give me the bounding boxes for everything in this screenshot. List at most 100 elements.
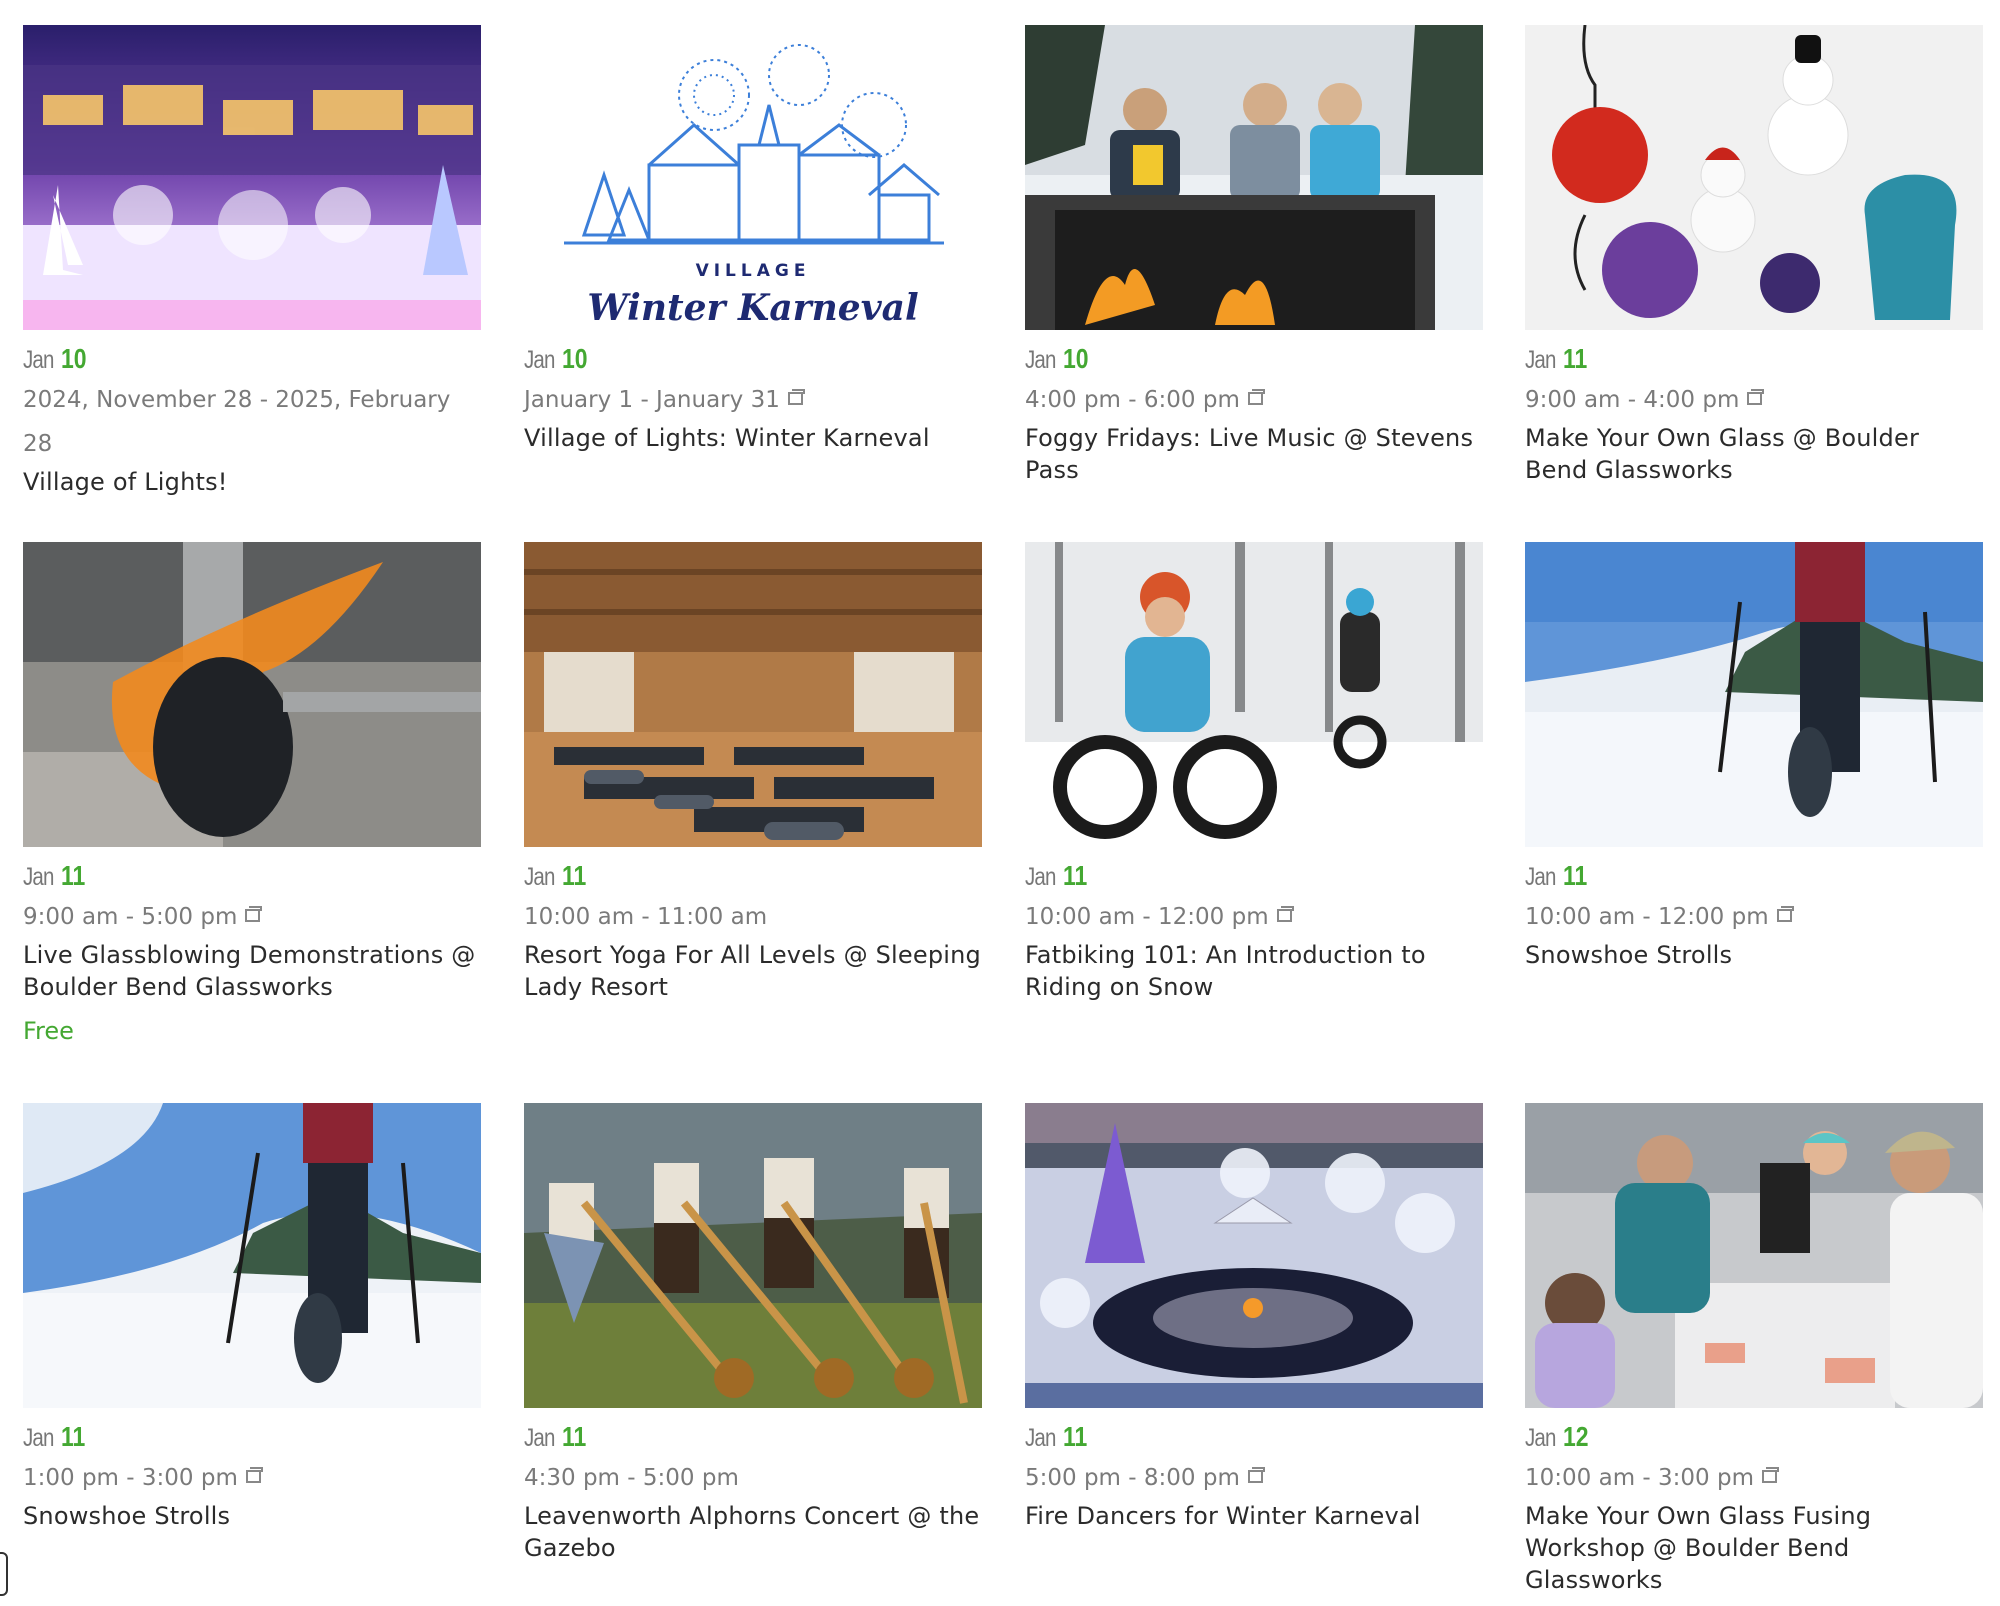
event-month: Jan <box>524 346 555 374</box>
event-month: Jan <box>524 863 555 891</box>
event-date: Jan 11 <box>1025 860 1483 892</box>
event-title[interactable]: Village of Lights! <box>23 466 481 498</box>
event-month: Jan <box>23 346 54 374</box>
event-card: Jan 11 10:00 am - 11:00 am Resort Yoga F… <box>524 542 982 1003</box>
scroll-handle[interactable] <box>0 1552 8 1596</box>
event-title[interactable]: Village of Lights: Winter Karneval <box>524 422 982 454</box>
event-day: 11 <box>1062 860 1088 891</box>
event-card: Jan 10 4:00 pm - 6:00 pm Foggy Fridays: … <box>1025 25 1483 486</box>
event-image[interactable] <box>1525 25 1983 330</box>
event-date: Jan 11 <box>1525 860 1983 892</box>
yoga-studio-photo <box>524 542 982 847</box>
event-title[interactable]: Make Your Own Glass @ Boulder Bend Glass… <box>1525 422 1983 486</box>
event-title[interactable]: Foggy Fridays: Live Music @ Stevens Pass <box>1025 422 1483 486</box>
event-title[interactable]: Live Glassblowing Demonstrations @ Bould… <box>23 939 481 1003</box>
event-title[interactable]: Snowshoe Strolls <box>23 1500 481 1532</box>
event-month: Jan <box>1525 1424 1556 1452</box>
event-day: 11 <box>561 1421 587 1452</box>
event-month: Jan <box>1025 863 1056 891</box>
recurring-icon <box>1747 389 1765 405</box>
event-date: Jan 11 <box>23 1421 481 1453</box>
event-time-text: 10:00 am - 12:00 pm <box>1525 904 1769 930</box>
recurring-icon <box>245 906 263 922</box>
event-time: 10:00 am - 12:00 pm <box>1525 895 1983 939</box>
event-card: Jan 11 9:00 am - 4:00 pm Make Your Own G… <box>1525 25 1983 486</box>
event-time-text: 9:00 am - 5:00 pm <box>23 904 238 930</box>
glass-fusing-workshop-photo <box>1525 1103 1983 1408</box>
event-title[interactable]: Resort Yoga For All Levels @ Sleeping La… <box>524 939 982 1003</box>
event-day: 12 <box>1562 1421 1589 1452</box>
event-time: 5:00 pm - 8:00 pm <box>1025 1456 1483 1500</box>
event-day: 11 <box>1062 1421 1088 1452</box>
recurring-icon <box>1247 1467 1265 1483</box>
snowshoe-photo <box>1525 542 1983 847</box>
event-day: 11 <box>60 1421 86 1452</box>
event-image[interactable]: VILLAGE Winter Karneval <box>524 25 982 330</box>
event-month: Jan <box>23 1424 54 1452</box>
event-image[interactable] <box>1525 1103 1983 1408</box>
event-title[interactable]: Fatbiking 101: An Introduction to Riding… <box>1025 939 1483 1003</box>
event-time-text: 9:00 am - 4:00 pm <box>1525 387 1740 413</box>
event-image[interactable] <box>23 1103 481 1408</box>
recurring-icon <box>245 1467 263 1483</box>
recurring-icon <box>1276 906 1294 922</box>
logo-text-village: VILLAGE <box>696 261 811 281</box>
event-title[interactable]: Make Your Own Glass Fusing Workshop @ Bo… <box>1525 1500 1983 1596</box>
event-card: Jan 12 10:00 am - 3:00 pm Make Your Own … <box>1525 1103 1983 1596</box>
village-night-lights-photo <box>23 25 481 330</box>
recurring-icon <box>1776 906 1794 922</box>
winter-karneval-logo: VILLAGE Winter Karneval <box>524 25 982 330</box>
event-time: 10:00 am - 12:00 pm <box>1025 895 1483 939</box>
event-date: Jan 10 <box>23 344 481 375</box>
logo-text-karneval: Winter Karneval <box>587 287 918 329</box>
event-image[interactable] <box>23 542 481 847</box>
event-time-text: 1:00 pm - 3:00 pm <box>23 1465 238 1491</box>
event-card: VILLAGE Winter Karneval Jan 10 January 1… <box>524 25 982 454</box>
event-card: Jan 11 5:00 pm - 8:00 pm Fire Dancers fo… <box>1025 1103 1483 1532</box>
recurring-icon <box>787 389 805 405</box>
event-time-text: 2024, November 28 - 2025, February 28 <box>23 387 451 457</box>
event-time-text: 10:00 am - 3:00 pm <box>1525 1465 1754 1491</box>
event-day: 11 <box>561 860 587 891</box>
recurring-icon <box>1761 1467 1779 1483</box>
event-date: Jan 11 <box>524 1421 982 1453</box>
event-date: Jan 11 <box>1525 344 1983 375</box>
event-date: Jan 11 <box>524 860 982 892</box>
event-image[interactable] <box>1025 25 1483 330</box>
event-title[interactable]: Snowshoe Strolls <box>1525 939 1983 971</box>
event-time: 4:00 pm - 6:00 pm <box>1025 378 1483 422</box>
event-month: Jan <box>1525 346 1556 374</box>
event-title[interactable]: Fire Dancers for Winter Karneval <box>1025 1500 1483 1532</box>
event-month: Jan <box>1525 863 1556 891</box>
event-month: Jan <box>1025 346 1056 374</box>
event-date: Jan 10 <box>1025 344 1483 375</box>
event-day: 11 <box>1562 860 1588 891</box>
event-month: Jan <box>23 863 54 891</box>
event-date: Jan 10 <box>524 344 982 375</box>
event-time: 9:00 am - 4:00 pm <box>1525 378 1983 422</box>
fatbike-snow-photo <box>1025 542 1483 847</box>
event-image[interactable] <box>1025 1103 1483 1408</box>
skiers-fire-pit-photo <box>1025 25 1483 330</box>
event-date: Jan 12 <box>1525 1421 1983 1453</box>
event-card: Jan 11 9:00 am - 5:00 pm Live Glassblowi… <box>23 542 481 1045</box>
event-time-text: 10:00 am - 11:00 am <box>524 904 768 930</box>
event-image[interactable] <box>1025 542 1483 847</box>
event-image[interactable] <box>23 25 481 330</box>
event-image[interactable] <box>524 542 982 847</box>
event-date: Jan 11 <box>23 861 481 892</box>
event-card: Jan 10 2024, November 28 - 2025, Februar… <box>23 25 481 498</box>
event-time: 4:30 pm - 5:00 pm <box>524 1456 982 1500</box>
snowshoe-photo <box>23 1103 481 1408</box>
event-month: Jan <box>1025 1424 1056 1452</box>
event-title[interactable]: Leavenworth Alphorns Concert @ the Gazeb… <box>524 1500 982 1564</box>
recurring-icon <box>1247 389 1265 405</box>
event-price: Free <box>23 1017 74 1045</box>
glassblowing-fire-photo <box>23 542 481 847</box>
event-time-text: 10:00 am - 12:00 pm <box>1025 904 1269 930</box>
event-time-text: 4:00 pm - 6:00 pm <box>1025 387 1240 413</box>
event-image[interactable] <box>524 1103 982 1408</box>
event-time: January 1 - January 31 <box>524 378 982 422</box>
glass-ornaments-photo <box>1525 25 1983 330</box>
event-image[interactable] <box>1525 542 1983 847</box>
